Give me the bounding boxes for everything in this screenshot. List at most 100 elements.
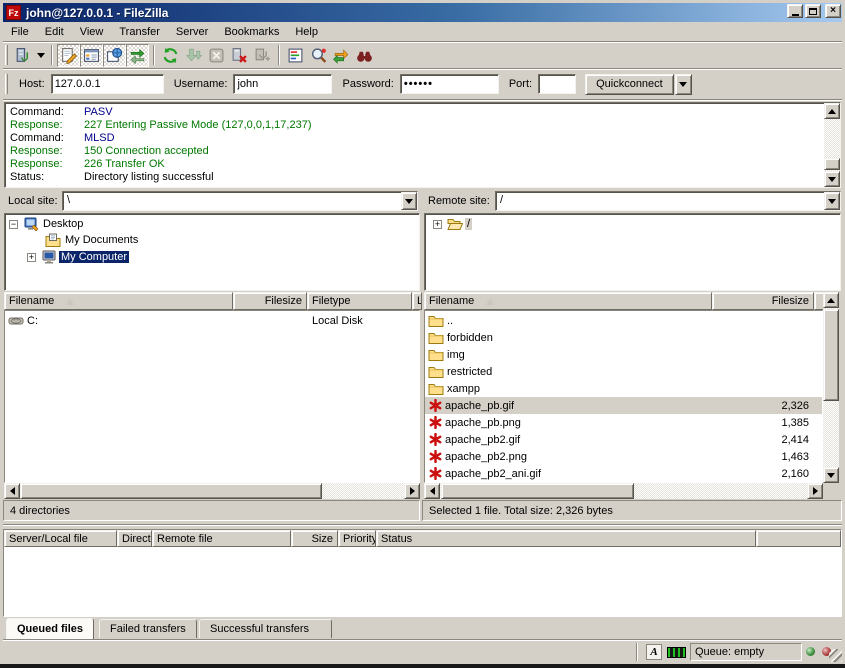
scroll-up-button[interactable] — [824, 103, 840, 119]
disconnect-button[interactable] — [228, 44, 251, 67]
tree-item-my-computer[interactable]: + My Computer — [27, 249, 129, 265]
column-header-filesize[interactable]: Filesize — [233, 292, 307, 310]
menu-view[interactable]: View — [72, 24, 112, 40]
scrollbar-thumb[interactable] — [823, 309, 839, 401]
site-manager-icon — [14, 47, 31, 64]
filename-filters-button[interactable] — [284, 44, 307, 67]
refresh-button[interactable] — [159, 44, 182, 67]
toggle-remote-tree-button[interactable] — [103, 44, 126, 67]
site-manager-dropdown-button[interactable] — [34, 44, 47, 67]
column-header-filename[interactable]: Filename — [4, 292, 233, 310]
expand-icon[interactable]: + — [433, 220, 442, 229]
remote-file-row[interactable]: xampp — [425, 380, 822, 397]
tree-item-root[interactable]: + / — [433, 216, 472, 232]
column-header-remote-file[interactable]: Remote file — [152, 530, 291, 547]
remote-file-row[interactable]: apache_pb2.png1,463 — [425, 448, 822, 465]
host-input[interactable] — [51, 74, 164, 94]
tab-queued-files[interactable]: Queued files — [6, 618, 94, 639]
activity-led-green-icon — [806, 647, 815, 656]
column-header-status[interactable]: Status — [376, 530, 756, 547]
menu-file[interactable]: File — [3, 24, 37, 40]
password-input[interactable] — [400, 74, 499, 94]
scroll-down-button[interactable] — [823, 467, 839, 483]
remote-list-scrollbar[interactable] — [823, 292, 839, 483]
expand-icon[interactable]: + — [27, 253, 36, 262]
scroll-up-button[interactable] — [823, 292, 839, 308]
column-header-server-local-file[interactable]: Server/Local file — [4, 530, 117, 547]
quickconnect-button[interactable]: Quickconnect — [585, 74, 674, 95]
menu-help[interactable]: Help — [287, 24, 326, 40]
quickconnect-dropdown-button[interactable] — [675, 74, 692, 95]
title-bar[interactable]: Fz john@127.0.0.1 - FileZilla — [3, 3, 842, 22]
remote-site-dropdown-button[interactable] — [824, 192, 840, 210]
scroll-right-button[interactable] — [404, 483, 420, 499]
column-header-last-modified[interactable]: L — [412, 292, 422, 310]
remote-file-row-selected[interactable]: apache_pb.gif2,326 — [425, 397, 822, 414]
desktop-icon — [23, 216, 39, 232]
remote-file-row[interactable]: apache_pb2.gif2,414 — [425, 431, 822, 448]
port-input[interactable] — [538, 74, 576, 94]
column-header-filename[interactable]: Filename — [424, 292, 712, 310]
remote-file-row[interactable]: apache_pb2_ani.gif2,160 — [425, 465, 822, 482]
scroll-left-button[interactable] — [424, 483, 440, 499]
speed-limit-icon[interactable] — [667, 647, 686, 658]
transfer-type-indicator-icon[interactable]: A — [646, 644, 662, 660]
local-site-combo[interactable]: \ — [62, 191, 418, 211]
cancel-operation-button — [205, 44, 228, 67]
menu-bar: File Edit View Transfer Server Bookmarks… — [3, 23, 842, 41]
image-file-icon — [429, 450, 442, 463]
remote-status-text: Selected 1 file. Total size: 2,326 bytes — [422, 500, 842, 521]
image-file-icon — [429, 467, 442, 480]
scroll-left-button[interactable] — [4, 483, 20, 499]
remote-list-hscrollbar[interactable] — [424, 483, 823, 499]
remote-site-combo[interactable]: / — [495, 191, 841, 211]
collapse-icon[interactable]: − — [9, 220, 18, 229]
column-header-priority[interactable]: Priority — [338, 530, 376, 547]
column-header-direction[interactable]: Directi... — [117, 530, 152, 547]
filezilla-window: Fz john@127.0.0.1 - FileZilla × File Edi… — [0, 0, 845, 668]
find-files-button[interactable] — [353, 44, 376, 67]
synchronized-browsing-button[interactable] — [330, 44, 353, 67]
quickconnect-grip[interactable] — [5, 74, 8, 94]
remote-file-row[interactable]: .. — [425, 312, 822, 329]
toolbar-grip[interactable] — [5, 45, 8, 65]
local-file-row[interactable]: C: Local Disk — [5, 312, 419, 329]
scroll-right-button[interactable] — [807, 483, 823, 499]
tab-successful-transfers[interactable]: Successful transfers — [199, 619, 332, 638]
window-title: john@127.0.0.1 - FileZilla — [26, 6, 168, 20]
maximize-button[interactable] — [805, 4, 821, 18]
minimize-button[interactable] — [787, 4, 803, 18]
local-site-dropdown-button[interactable] — [401, 192, 417, 210]
tab-failed-transfers[interactable]: Failed transfers — [99, 619, 197, 638]
toggle-message-log-button[interactable] — [57, 44, 80, 67]
menu-transfer[interactable]: Transfer — [111, 24, 168, 40]
scrollbar-thumb[interactable] — [824, 158, 840, 170]
remote-file-row[interactable]: apache_pb.png1,385 — [425, 414, 822, 431]
column-header-size[interactable]: Size — [291, 530, 338, 547]
remote-file-row[interactable]: img — [425, 346, 822, 363]
toggle-transfer-queue-button[interactable] — [126, 44, 149, 67]
remote-file-row[interactable]: restricted — [425, 363, 822, 380]
scrollbar-thumb[interactable] — [441, 483, 634, 499]
filezilla-logo-icon: Fz — [6, 5, 21, 20]
resize-grip[interactable] — [829, 649, 842, 662]
directory-comparison-button[interactable] — [307, 44, 330, 67]
column-header-filesize[interactable]: Filesize — [712, 292, 814, 310]
username-input[interactable] — [233, 74, 332, 94]
close-button[interactable]: × — [825, 4, 841, 18]
menu-bookmarks[interactable]: Bookmarks — [216, 24, 287, 40]
toggle-local-tree-button[interactable] — [80, 44, 103, 67]
scroll-down-button[interactable] — [824, 171, 840, 187]
message-log[interactable]: Command:PASV Response:227 Entering Passi… — [4, 102, 841, 188]
tree-item-desktop[interactable]: − Desktop — [9, 216, 85, 232]
site-manager-button[interactable] — [11, 44, 34, 67]
remote-file-row[interactable]: forbidden — [425, 329, 822, 346]
menu-edit[interactable]: Edit — [37, 24, 72, 40]
column-header-filetype[interactable]: Filetype — [307, 292, 412, 310]
scrollbar-thumb[interactable] — [20, 483, 322, 499]
log-scrollbar[interactable] — [824, 103, 840, 187]
local-list-hscrollbar[interactable] — [4, 483, 420, 499]
tree-item-my-documents[interactable]: My Documents — [45, 232, 140, 248]
menu-server[interactable]: Server — [168, 24, 216, 40]
folder-icon — [428, 331, 444, 345]
